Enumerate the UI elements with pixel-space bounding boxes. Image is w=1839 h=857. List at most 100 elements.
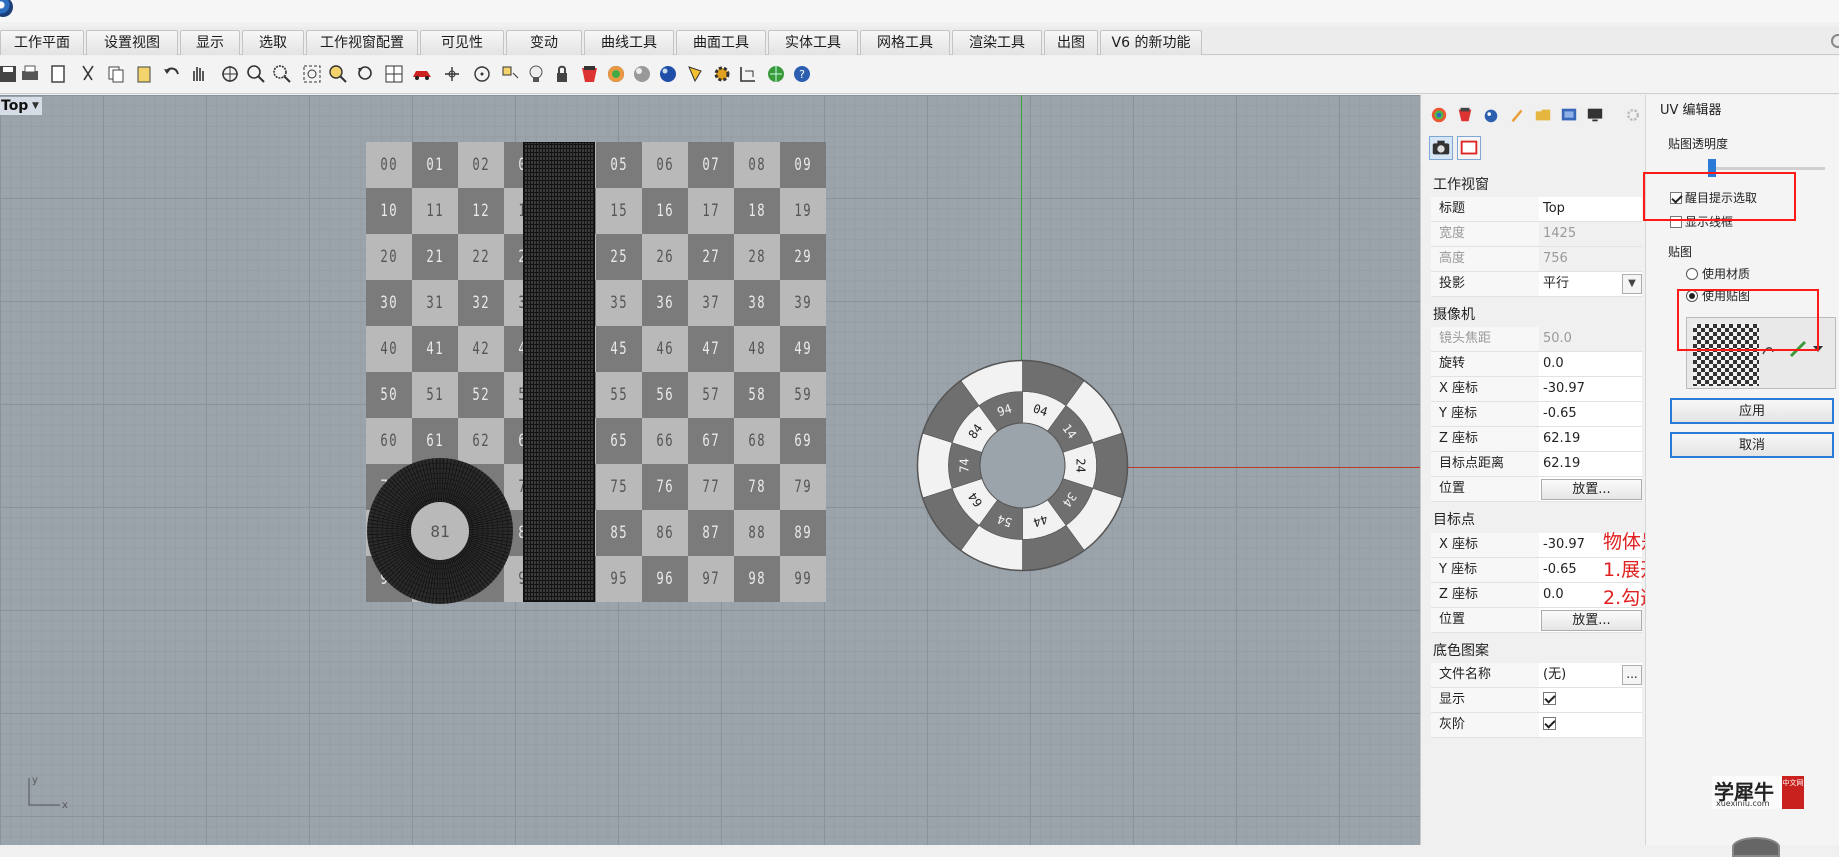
render-icon[interactable] [1481, 105, 1501, 125]
unwrapped-mesh-strip[interactable] [523, 142, 595, 602]
uv-grid-cell-label: 60 [380, 431, 398, 451]
uv-grid-cell-label: 17 [702, 201, 720, 221]
camera-z-field[interactable]: 62.19 [1539, 427, 1642, 451]
ribbon-tab[interactable]: 变动 [506, 30, 582, 55]
gear-icon[interactable] [1831, 34, 1839, 48]
ribbon-tab[interactable]: 选取 [242, 30, 304, 55]
uv-grid-cell-label: 47 [702, 339, 720, 359]
title-field[interactable]: Top [1539, 197, 1642, 221]
ribbon-tab[interactable]: 显示 [180, 30, 240, 55]
projection-label: 投影 [1431, 272, 1539, 296]
paste-icon[interactable] [132, 62, 156, 86]
rotate-view-icon[interactable] [218, 62, 242, 86]
help-icon[interactable]: ? [790, 62, 814, 86]
points-icon[interactable] [470, 62, 494, 86]
cancel-button[interactable]: 取消 [1670, 432, 1834, 458]
picture-icon[interactable] [1559, 105, 1579, 125]
blue-sphere-icon[interactable] [656, 62, 680, 86]
top-viewport[interactable]: Top ▼ 0001020304050607080910111213141516… [0, 95, 1420, 845]
uv-grid-cell-label: 08 [748, 155, 766, 175]
save-icon[interactable] [0, 62, 20, 86]
print-icon[interactable] [18, 62, 42, 86]
cut-icon[interactable] [76, 62, 100, 86]
texture-opacity-slider[interactable] [1710, 167, 1825, 170]
uv-grid-cell: 26 [642, 234, 688, 280]
car-icon[interactable] [410, 62, 434, 86]
chevron-down-icon[interactable]: ▼ [1622, 274, 1642, 294]
browse-button[interactable]: ... [1622, 665, 1642, 685]
lightbulb-icon[interactable] [498, 62, 522, 86]
undo-icon[interactable] [160, 62, 184, 86]
rotation-label: 旋转 [1431, 352, 1539, 376]
ribbon-tab[interactable]: 设置视图 [86, 30, 178, 55]
use-material-option[interactable]: 使用材质 [1686, 265, 1750, 282]
ribbon-tab[interactable]: 渲染工具 [952, 30, 1042, 55]
rotation-field[interactable]: 0.0 [1539, 352, 1642, 376]
target-place-button[interactable]: 放置... [1541, 610, 1642, 631]
globe-icon[interactable] [764, 62, 788, 86]
show-checkbox[interactable] [1543, 692, 1556, 705]
color-wheel-icon[interactable] [1429, 105, 1449, 125]
torus-object[interactable]: 04142434445464748494 [915, 358, 1130, 573]
grid-snap-icon[interactable] [736, 62, 760, 86]
material-sphere-icon[interactable] [578, 62, 602, 86]
ribbon-tab[interactable]: 可见性 [420, 30, 504, 55]
open-icon[interactable] [46, 62, 70, 86]
texture-section-label: 贴图 [1668, 245, 1693, 259]
camera-icon[interactable] [1429, 136, 1453, 160]
row-width: 宽度 1425 [1431, 222, 1642, 247]
row-target-distance: 目标点距离 62.19 [1431, 452, 1642, 477]
zoom-extents-icon[interactable] [300, 62, 324, 86]
settings-gear-icon[interactable] [1623, 105, 1643, 125]
ribbon-tab[interactable]: V6 的新功能 [1100, 30, 1202, 55]
select-icon[interactable] [440, 62, 464, 86]
uv-grid-cell: 68 [734, 418, 780, 464]
uv-grid-cell-label: 39 [794, 293, 812, 313]
gear-options-icon[interactable] [710, 62, 734, 86]
grayscale-checkbox[interactable] [1543, 717, 1556, 730]
ribbon-tab[interactable]: 工作平面 [0, 30, 84, 55]
shaded-sphere-icon[interactable] [630, 62, 654, 86]
ribbon-tab[interactable]: 曲面工具 [676, 30, 766, 55]
lock-icon[interactable] [524, 62, 548, 86]
four-viewports-icon[interactable] [382, 62, 406, 86]
monitor-icon[interactable] [1585, 105, 1605, 125]
uv-grid-cell-label: 66 [656, 431, 674, 451]
viewport-menu-arrow-icon[interactable]: ▼ [32, 97, 42, 115]
uv-grid-cell-label: 55 [610, 385, 628, 405]
corner-widget-icon [1732, 837, 1780, 857]
use-material-radio[interactable] [1686, 268, 1698, 280]
render-sphere-icon[interactable] [604, 62, 628, 86]
camera-y-field[interactable]: -0.65 [1539, 402, 1642, 426]
folder-icon[interactable] [1533, 105, 1553, 125]
uv-grid-cell: 25 [596, 234, 642, 280]
ribbon-tab[interactable]: 曲线工具 [584, 30, 674, 55]
uv-grid-cell-label: 06 [656, 155, 674, 175]
viewport-title[interactable]: Top [0, 97, 33, 115]
uv-grid-cell: 48 [734, 326, 780, 372]
ribbon-tab[interactable]: 网格工具 [860, 30, 950, 55]
camera-place-button[interactable]: 放置... [1541, 479, 1642, 500]
uv-grid-cell: 86 [642, 510, 688, 556]
copy-icon[interactable] [104, 62, 128, 86]
apply-button[interactable]: 应用 [1670, 398, 1834, 424]
material-icon[interactable] [1455, 105, 1475, 125]
ribbon-tab[interactable]: 实体工具 [768, 30, 858, 55]
target-distance-field[interactable]: 62.19 [1539, 452, 1642, 476]
viewport-frame-icon[interactable] [1457, 136, 1481, 160]
zoom-selected-icon[interactable] [326, 62, 350, 86]
uv-grid-cell-label: 52 [472, 385, 490, 405]
unwrapped-mesh-ring[interactable]: 81 [366, 457, 514, 605]
brush-icon[interactable] [1507, 105, 1527, 125]
row-camera-z: Z 座标 62.19 [1431, 427, 1642, 452]
ribbon-tab[interactable]: 出图 [1044, 30, 1098, 55]
ribbon-tab[interactable]: 工作视窗配置 [306, 30, 418, 55]
zoom-window-icon[interactable] [244, 62, 268, 86]
pan-icon[interactable] [186, 62, 210, 86]
layer-icon[interactable] [550, 62, 574, 86]
zoom-dynamic-icon[interactable] [270, 62, 294, 86]
camera-x-field[interactable]: -30.97 [1539, 377, 1642, 401]
uv-grid-cell: 59 [780, 372, 826, 418]
pen-tool-icon[interactable] [684, 62, 708, 86]
undo-view-icon[interactable] [354, 62, 378, 86]
